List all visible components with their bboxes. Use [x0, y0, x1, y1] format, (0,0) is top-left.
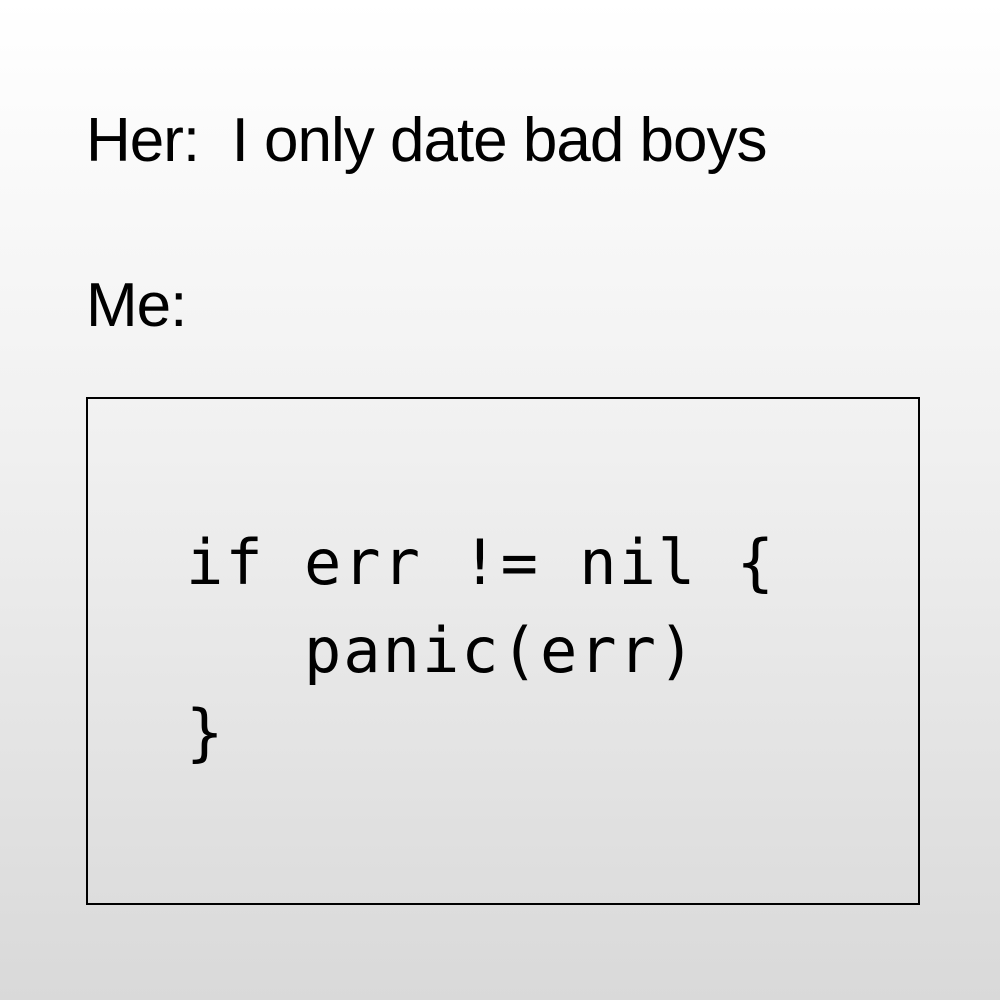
code-line-close-brace: }: [186, 696, 226, 769]
her-line: Her: I only date bad boys: [86, 106, 768, 175]
code-box: if err != nil { panic(err) }: [86, 397, 920, 905]
me-line: Me:: [86, 271, 187, 340]
code-line-if: if err != nil {: [186, 526, 776, 599]
code-line-panic: panic(err): [186, 614, 698, 687]
